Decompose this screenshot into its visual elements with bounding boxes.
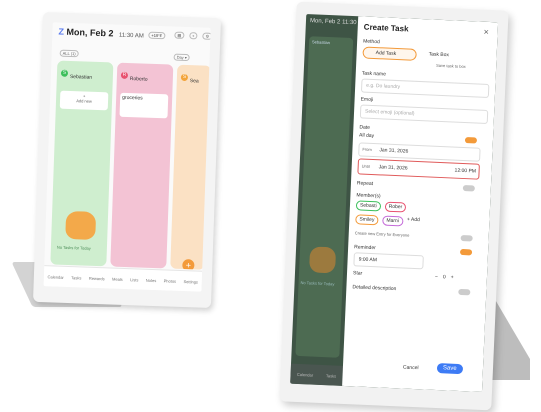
dimmed-no-tasks: No Tasks for Today xyxy=(300,280,335,287)
member-column-roberto: RRoberto groceries xyxy=(110,62,174,269)
left-header-time: 11:30 AM xyxy=(118,32,144,40)
members-row-1: Sebasti Rober xyxy=(355,200,407,213)
repeat-label: Repeat xyxy=(356,180,374,188)
weather-badge: +10°F xyxy=(148,31,166,40)
member-chip[interactable]: Sebasti xyxy=(355,200,381,212)
member-avatar: S xyxy=(180,74,189,82)
right-header-time: 11:30 xyxy=(341,19,357,27)
fab-add-button[interactable]: + xyxy=(182,258,195,270)
star-value: 0 xyxy=(442,274,446,281)
task-name-input[interactable]: e.g. Do laundry xyxy=(360,78,490,99)
from-date: Jan 31, 2026 xyxy=(379,147,409,155)
nav-tasks[interactable]: Tasks xyxy=(71,275,81,280)
member-chip[interactable]: Smiley xyxy=(355,214,379,226)
nav-photos[interactable]: Photos xyxy=(164,278,177,283)
close-icon[interactable]: × xyxy=(483,27,489,37)
no-tasks-label: No Tasks for Today xyxy=(56,244,91,251)
minus-icon[interactable]: − xyxy=(435,274,438,280)
method-add-label: Add Task xyxy=(375,50,397,57)
plus-icon[interactable]: + xyxy=(451,275,454,281)
member-chip[interactable]: Marni xyxy=(382,215,404,227)
member-column-sebastian: SSebastian + Add new No Tasks for Today xyxy=(50,60,114,267)
left-bottom-nav: Calendar Tasks Rewards Meals Lists Notes… xyxy=(43,265,203,292)
nav-meals[interactable]: Meals xyxy=(112,276,123,281)
emoji-select[interactable]: Select emoji (optional) xyxy=(359,104,489,125)
all-day-toggle[interactable] xyxy=(464,137,478,144)
left-header-day: Mon, Feb 2 xyxy=(66,26,114,39)
add-new-task[interactable]: + Add new xyxy=(59,90,109,111)
date-label: Date xyxy=(359,124,371,131)
nav-notes[interactable]: Notes xyxy=(146,277,157,282)
reminder-label: Reminder xyxy=(354,244,376,252)
description-label: Detailed description xyxy=(352,284,397,293)
view-chip[interactable]: Day ▾ xyxy=(173,53,190,62)
member-header: SSebastian xyxy=(57,61,114,89)
cat-illustration-icon xyxy=(309,246,337,274)
separate-entry-toggle[interactable] xyxy=(460,234,473,242)
member-name: Roberto xyxy=(129,76,148,83)
member-column-third: SSea + xyxy=(170,64,211,270)
nav-settings[interactable]: Settings xyxy=(183,279,198,285)
star-label: Star xyxy=(352,270,363,277)
member-header: SSea xyxy=(176,65,210,92)
reminder-time-input[interactable]: 9:00 AM xyxy=(353,252,424,270)
left-tablet: Z Mon, Feb 2 11:30 AM +10°F ▦ + ⚙ ALL (1… xyxy=(32,11,222,309)
description-toggle[interactable] xyxy=(458,288,471,296)
filter-chip[interactable]: ALL (1) xyxy=(59,49,79,58)
until-date: Jan 31, 2026 xyxy=(378,164,408,172)
until-date-field[interactable]: Until Jan 31, 2026 12:00 PM xyxy=(357,158,480,180)
star-stepper: − 0 + xyxy=(435,274,454,281)
save-button[interactable]: Save xyxy=(436,363,463,375)
settings-icon[interactable]: ⚙ xyxy=(202,32,211,40)
member-name: Sea xyxy=(189,78,199,85)
members-row-2: Smiley Marni + Add xyxy=(355,214,420,227)
left-header: Z Mon, Feb 2 11:30 AM +10°F xyxy=(58,26,166,41)
right-tablet: Mon, Feb 2 11:30 Sebastian No Tasks for … xyxy=(279,1,509,411)
task-name-label: Task name xyxy=(361,70,387,78)
nav-rewards[interactable]: Rewards xyxy=(89,275,105,281)
nav-lists[interactable]: Lists xyxy=(130,277,138,282)
repeat-toggle[interactable] xyxy=(462,184,475,192)
left-header-actions: ▦ + ⚙ xyxy=(172,31,211,40)
method-add-task-option[interactable]: Add Task xyxy=(362,46,417,61)
method-task-box-option[interactable]: Task Box xyxy=(420,49,472,61)
method-label: Method xyxy=(363,38,380,46)
grid-icon[interactable]: ▦ xyxy=(174,31,185,39)
dimmed-member-name: Sebastian xyxy=(311,39,330,46)
member-header: RRoberto xyxy=(116,63,173,91)
until-time: 12:00 PM xyxy=(454,167,477,175)
cat-illustration-icon xyxy=(65,210,97,240)
nav-tasks[interactable]: Tasks xyxy=(326,373,336,378)
dimmed-bottom-nav: Calendar Tasks xyxy=(290,363,343,386)
separate-entry-label: Create new Entry for Everyone xyxy=(354,230,410,238)
right-screen: Mon, Feb 2 11:30 Sebastian No Tasks for … xyxy=(290,13,499,393)
add-new-label: Add new xyxy=(76,98,92,104)
nav-calendar[interactable]: Calendar xyxy=(48,274,64,280)
reminder-toggle[interactable] xyxy=(459,248,473,256)
save-to-box-checkbox[interactable]: Save task to box xyxy=(436,63,466,69)
nav-calendar[interactable]: Calendar xyxy=(297,371,313,377)
task-card[interactable]: groceries xyxy=(119,92,169,119)
add-icon[interactable]: + xyxy=(189,32,198,40)
create-task-dialog: Create Task × Method Add Task Task Box S… xyxy=(342,16,499,393)
task-title: groceries xyxy=(122,94,143,102)
add-member-button[interactable]: + Add xyxy=(407,217,420,228)
left-screen: Z Mon, Feb 2 11:30 AM +10°F ▦ + ⚙ ALL (1… xyxy=(43,22,211,292)
all-day-label: All day xyxy=(358,132,375,140)
app-logo-icon: Z xyxy=(58,26,65,37)
from-label: From xyxy=(362,146,372,152)
dialog-title: Create Task xyxy=(363,22,409,34)
cancel-button[interactable]: Cancel xyxy=(403,365,419,372)
members-label: Member(s) xyxy=(356,192,381,200)
member-name: Sebastian xyxy=(69,73,93,81)
member-avatar: S xyxy=(60,69,69,78)
emoji-label: Emoji xyxy=(360,96,374,103)
right-header-day: Mon, Feb 2 xyxy=(309,18,341,26)
until-label: Until xyxy=(361,163,370,169)
right-header: Mon, Feb 2 11:30 xyxy=(310,18,357,26)
method-box-label: Task Box xyxy=(428,51,450,59)
member-avatar: R xyxy=(120,72,129,80)
member-chip[interactable]: Rober xyxy=(384,201,407,213)
